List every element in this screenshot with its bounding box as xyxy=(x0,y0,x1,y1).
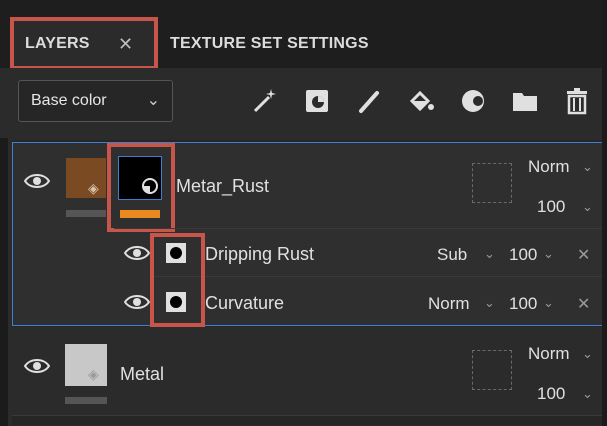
highlight-frame-effects xyxy=(150,233,205,327)
folder-icon[interactable] xyxy=(510,86,540,116)
layer-preview-slot xyxy=(472,350,512,390)
divider xyxy=(114,228,604,229)
fill-bucket-icon: ◈ xyxy=(88,180,99,196)
channel-select-value: Base color xyxy=(31,92,107,109)
highlight-frame-mask xyxy=(107,143,175,232)
eye-icon[interactable] xyxy=(23,172,51,190)
layer-thumb-bar xyxy=(65,397,107,404)
magic-wand-icon[interactable] xyxy=(250,86,280,116)
divider xyxy=(150,276,604,277)
paint-bucket-icon[interactable] xyxy=(406,86,436,116)
layer-thumbnail xyxy=(66,158,106,198)
channel-select[interactable]: Base color ⌄ xyxy=(18,80,173,122)
layer-preview-slot xyxy=(472,163,512,203)
effect-blend-mode-select[interactable]: Norm xyxy=(428,294,470,314)
effect-name[interactable]: Dripping Rust xyxy=(205,244,314,265)
opacity-value[interactable]: 100 xyxy=(537,197,565,217)
effect-blend-mode-select[interactable]: Sub xyxy=(437,245,467,265)
chevron-down-icon: ⌄ xyxy=(484,246,495,261)
chevron-down-icon: ⌄ xyxy=(543,246,554,261)
chevron-down-icon: ⌄ xyxy=(146,92,160,109)
eye-icon[interactable] xyxy=(123,293,151,311)
blend-mode-select[interactable]: Norm xyxy=(528,344,570,364)
chevron-down-icon: ⌄ xyxy=(582,159,593,174)
right-edge xyxy=(602,0,607,426)
chevron-down-icon: ⌄ xyxy=(582,346,593,361)
eye-icon[interactable] xyxy=(23,357,51,375)
chevron-down-icon: ⌄ xyxy=(543,295,554,310)
blend-mode-select[interactable]: Norm xyxy=(528,157,570,177)
eye-icon[interactable] xyxy=(123,244,151,262)
paint-brush-icon[interactable] xyxy=(354,86,384,116)
layer-thumbnail xyxy=(65,344,107,386)
layer-name[interactable]: Metar_Rust xyxy=(176,176,269,197)
smart-material-icon[interactable] xyxy=(458,86,488,116)
remove-effect-icon[interactable]: ✕ xyxy=(577,245,590,265)
remove-effect-icon[interactable]: ✕ xyxy=(577,294,590,314)
effect-opacity-value[interactable]: 100 xyxy=(509,245,537,265)
effect-opacity-value[interactable]: 100 xyxy=(509,294,537,314)
highlight-frame-tab xyxy=(10,17,158,70)
opacity-value[interactable]: 100 xyxy=(537,384,565,404)
effect-name[interactable]: Curvature xyxy=(205,293,284,314)
chevron-down-icon: ⌄ xyxy=(484,295,495,310)
divider xyxy=(12,415,607,416)
chevron-down-icon: ⌄ xyxy=(582,199,593,214)
fill-layer-icon[interactable] xyxy=(302,86,332,116)
layer-thumb-bar xyxy=(66,210,106,217)
trash-icon[interactable] xyxy=(562,86,592,116)
tab-texture-set-settings[interactable]: TEXTURE SET SETTINGS xyxy=(170,35,369,53)
layer-name[interactable]: Metal xyxy=(120,364,164,385)
fill-bucket-icon: ◈ xyxy=(88,366,99,382)
chevron-down-icon: ⌄ xyxy=(582,386,593,401)
